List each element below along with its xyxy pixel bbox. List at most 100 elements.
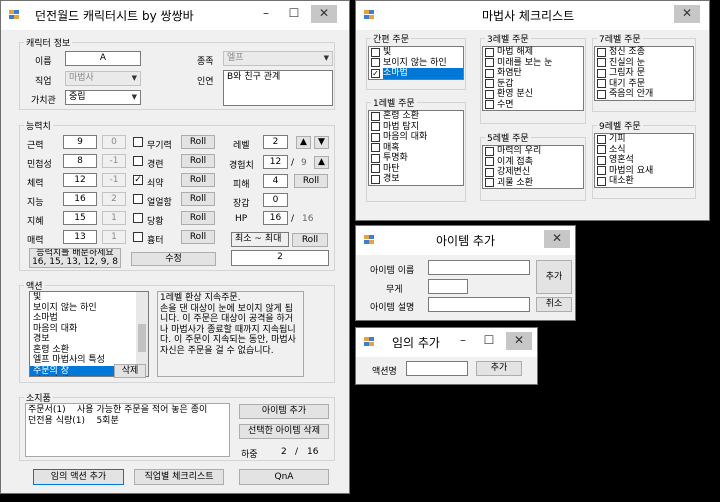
spell-item[interactable]: 괴물 소환 [483,178,583,189]
spell-item[interactable]: 대기 주문 [595,79,693,90]
spell-item[interactable]: 소식 [595,145,693,156]
checkbox[interactable] [485,68,494,78]
stat-roll-button[interactable]: Roll [181,192,215,206]
item-weight-input[interactable] [428,279,468,294]
stat-value-input[interactable]: 15 [63,211,97,225]
checkbox[interactable] [371,47,380,57]
qna-button[interactable]: QnA [239,469,329,485]
debility-checkbox[interactable]: ✓ [133,175,143,185]
distribute-hint-button[interactable]: 능력치를 배분하세요 16, 15, 13, 12, 9, 8 [29,248,121,268]
spell-item[interactable]: 보이지 않는 하인 [369,58,463,69]
checkbox[interactable] [371,153,380,163]
minimize-button[interactable]: – [253,5,279,23]
stat-value-input[interactable]: 16 [63,192,97,206]
spell-item[interactable]: 영혼석 [595,155,693,166]
checkbox[interactable] [371,122,380,132]
class-checklist-button[interactable]: 직업별 체크리스트 [134,469,224,485]
action-name-input[interactable] [406,361,468,376]
inventory-list[interactable]: 주문서(1) 사용 가능한 주문을 적어 놓은 종이 던전용 식량(1) 5회분 [25,403,230,457]
stat-value-input[interactable]: 9 [63,135,97,149]
delete-selected-item-button[interactable]: 선택한 아이템 삭제 [239,424,329,439]
spell-item[interactable]: 혼령 소환 [369,111,463,122]
stat-value-input[interactable]: 13 [63,230,97,244]
debility-checkbox[interactable] [133,194,143,204]
action-list-item[interactable]: 경보 [30,334,148,345]
spell-item[interactable]: 마법 탐지 [369,122,463,133]
checkbox[interactable] [485,89,494,99]
minimize-button[interactable]: – [450,332,476,350]
exp-up-button[interactable]: ▲ [314,156,329,169]
scrollbar-thumb[interactable] [138,324,146,352]
stat-roll-button[interactable]: Roll [181,135,215,149]
close-button[interactable]: ✕ [506,332,532,350]
spell-item[interactable]: 마탄 [369,164,463,175]
stat-roll-button[interactable]: Roll [181,211,215,225]
item-add-button[interactable]: 추가 [536,260,572,294]
spell-item[interactable]: 마법의 요새 [595,166,693,177]
action-list-item[interactable]: 소마법 [30,313,148,324]
name-input[interactable]: A [65,51,141,66]
stat-roll-button[interactable]: Roll [181,230,215,244]
close-button[interactable]: ✕ [311,5,337,23]
bond-textarea[interactable]: B와 친구 관계 [223,70,333,106]
checkbox[interactable]: ✓ [371,68,380,78]
stat-roll-button[interactable]: Roll [181,173,215,187]
action-list-item[interactable]: 보이지 않는 하인 [30,303,148,314]
stat-value-input[interactable]: 12 [63,173,97,187]
level-up-button[interactable]: ▲ [296,136,311,149]
checkbox[interactable] [371,174,380,184]
action-add-button[interactable]: 추가 [476,361,522,376]
checkbox[interactable] [371,132,380,142]
spell-item[interactable]: 투명화 [369,153,463,164]
checkbox[interactable] [597,145,606,155]
spell-item[interactable]: 마법 해제 [483,47,583,58]
checkbox[interactable] [597,58,606,68]
debility-checkbox[interactable] [133,156,143,166]
spell-item[interactable]: 마음의 대화 [369,132,463,143]
close-button[interactable]: ✕ [674,5,700,23]
min-max-roll-button[interactable]: Roll [292,233,328,247]
debility-checkbox[interactable] [133,232,143,242]
checkbox[interactable] [485,157,494,167]
edit-stats-button[interactable]: 수정 [131,252,216,266]
item-desc-input[interactable] [428,297,530,312]
spell-item[interactable]: 진실의 눈 [595,58,693,69]
debility-checkbox[interactable] [133,137,143,147]
checkbox[interactable] [597,155,606,165]
spell-item[interactable]: 그림자 문 [595,68,693,79]
delete-action-button[interactable]: 삭제 [114,364,146,378]
stat-value-input[interactable]: 8 [63,154,97,168]
damage-roll-button[interactable]: Roll [294,174,328,188]
checkbox[interactable] [597,68,606,78]
checkbox[interactable] [597,176,606,186]
spell-item[interactable]: 수면 [483,100,583,111]
action-list-item[interactable]: 마음의 대화 [30,324,148,335]
spell-item[interactable]: 기피 [595,134,693,145]
spell-item[interactable]: 강제변신 [483,167,583,178]
checkbox[interactable] [597,89,606,99]
spell-item[interactable]: 환영 분신 [483,89,583,100]
race-select[interactable]: 엘프 ▼ [223,51,333,66]
spell-item[interactable]: 둔갑 [483,79,583,90]
spell-item[interactable]: 화염탄 [483,68,583,79]
checkbox[interactable] [485,167,494,177]
debility-checkbox[interactable] [133,213,143,223]
checkbox[interactable] [597,134,606,144]
spell-item[interactable]: 대소환 [595,176,693,187]
item-cancel-button[interactable]: 취소 [536,297,572,312]
checkbox[interactable] [485,79,494,89]
level-down-button[interactable]: ▼ [314,136,329,149]
add-item-button[interactable]: 아이템 추가 [239,404,329,419]
class-select[interactable]: 마법사 ▼ [65,71,141,86]
spell-item[interactable]: 정신 조종 [595,47,693,58]
maximize-button[interactable]: ☐ [476,332,502,350]
checkbox[interactable] [485,146,494,156]
checkbox[interactable] [485,100,494,110]
spell-item[interactable]: 빛 [369,47,463,58]
spell-item[interactable]: 마력의 우리 [483,146,583,157]
action-list-item[interactable]: 혼령 소환 [30,345,148,356]
checkbox[interactable] [485,47,494,57]
spell-item[interactable]: 미래를 보는 눈 [483,58,583,69]
stat-roll-button[interactable]: Roll [181,154,215,168]
checkbox[interactable] [485,58,494,68]
